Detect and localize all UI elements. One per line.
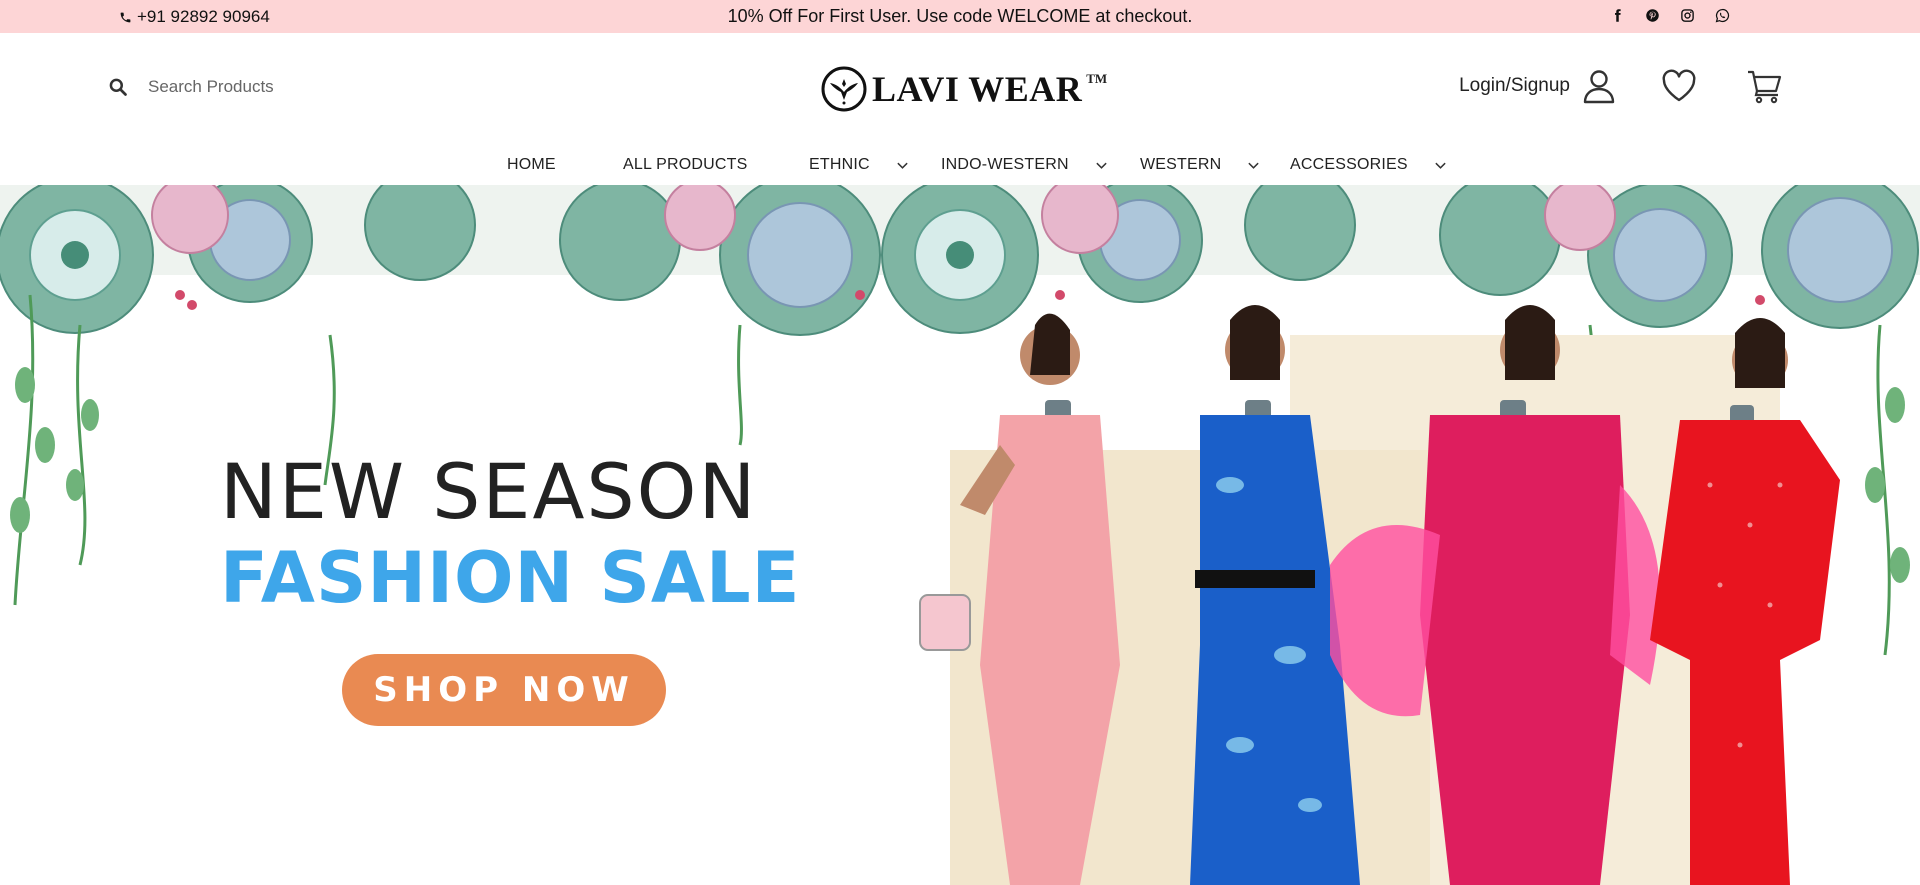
whatsapp-icon[interactable] xyxy=(1715,8,1730,23)
nav-item-all-products[interactable]: ALL PRODUCTS xyxy=(623,156,748,174)
nav-item-label: WESTERN xyxy=(1140,156,1222,173)
search-input[interactable] xyxy=(148,77,408,97)
search-bar xyxy=(108,77,408,97)
hero-subheadline: FASHION SALE xyxy=(220,537,801,619)
hero-banner: NEW SEASON FASHION SALE SHOP NOW xyxy=(0,185,1920,885)
instagram-icon[interactable] xyxy=(1680,8,1695,23)
logo-emblem-icon xyxy=(821,66,867,112)
nav-item-accessories[interactable]: ACCESSORIES xyxy=(1290,156,1447,174)
search-icon[interactable] xyxy=(108,77,128,97)
nav-item-label: ALL PRODUCTS xyxy=(623,156,748,173)
main-nav: HOME ALL PRODUCTS ETHNIC INDO-WESTERN WE… xyxy=(0,150,1920,185)
nav-item-label: ACCESSORIES xyxy=(1290,156,1408,173)
logo-text: LAVI WEAR xyxy=(872,69,1083,109)
site-logo[interactable]: LAVI WEAR TM xyxy=(820,65,1107,113)
login-label: Login/Signup xyxy=(1459,75,1570,96)
chevron-down-icon xyxy=(1435,162,1446,169)
shop-now-button[interactable]: SHOP NOW xyxy=(342,654,666,726)
site-header: LAVI WEAR TM Login/Signup HOME ALL PRODU… xyxy=(0,33,1920,185)
chevron-down-icon xyxy=(1248,162,1260,169)
cart-button[interactable] xyxy=(1746,67,1784,105)
nav-item-western[interactable]: WESTERN xyxy=(1140,156,1260,174)
nav-item-indo-western[interactable]: INDO-WESTERN xyxy=(941,156,1108,174)
social-links xyxy=(1610,8,1730,23)
announcement-bar: +91 92892 90964 10% Off For First User. … xyxy=(0,0,1920,33)
chevron-down-icon xyxy=(897,162,908,169)
nav-item-ethnic[interactable]: ETHNIC xyxy=(809,156,909,174)
wishlist-button[interactable] xyxy=(1660,67,1698,105)
login-signup-link[interactable]: Login/Signup xyxy=(1459,67,1618,105)
nav-item-label: HOME xyxy=(507,156,556,173)
facebook-icon[interactable] xyxy=(1610,8,1625,23)
hero-headline: NEW SEASON xyxy=(220,447,758,536)
nav-item-label: INDO-WESTERN xyxy=(941,156,1069,173)
account-actions: Login/Signup xyxy=(1459,67,1784,105)
heart-icon xyxy=(1662,69,1696,102)
logo-trademark: TM xyxy=(1086,71,1108,86)
pinterest-icon[interactable] xyxy=(1645,8,1660,23)
user-icon xyxy=(1583,70,1615,104)
nav-item-label: ETHNIC xyxy=(809,156,870,173)
cart-icon xyxy=(1748,70,1782,104)
nav-item-home[interactable]: HOME xyxy=(507,156,556,174)
chevron-down-icon xyxy=(1096,162,1107,169)
